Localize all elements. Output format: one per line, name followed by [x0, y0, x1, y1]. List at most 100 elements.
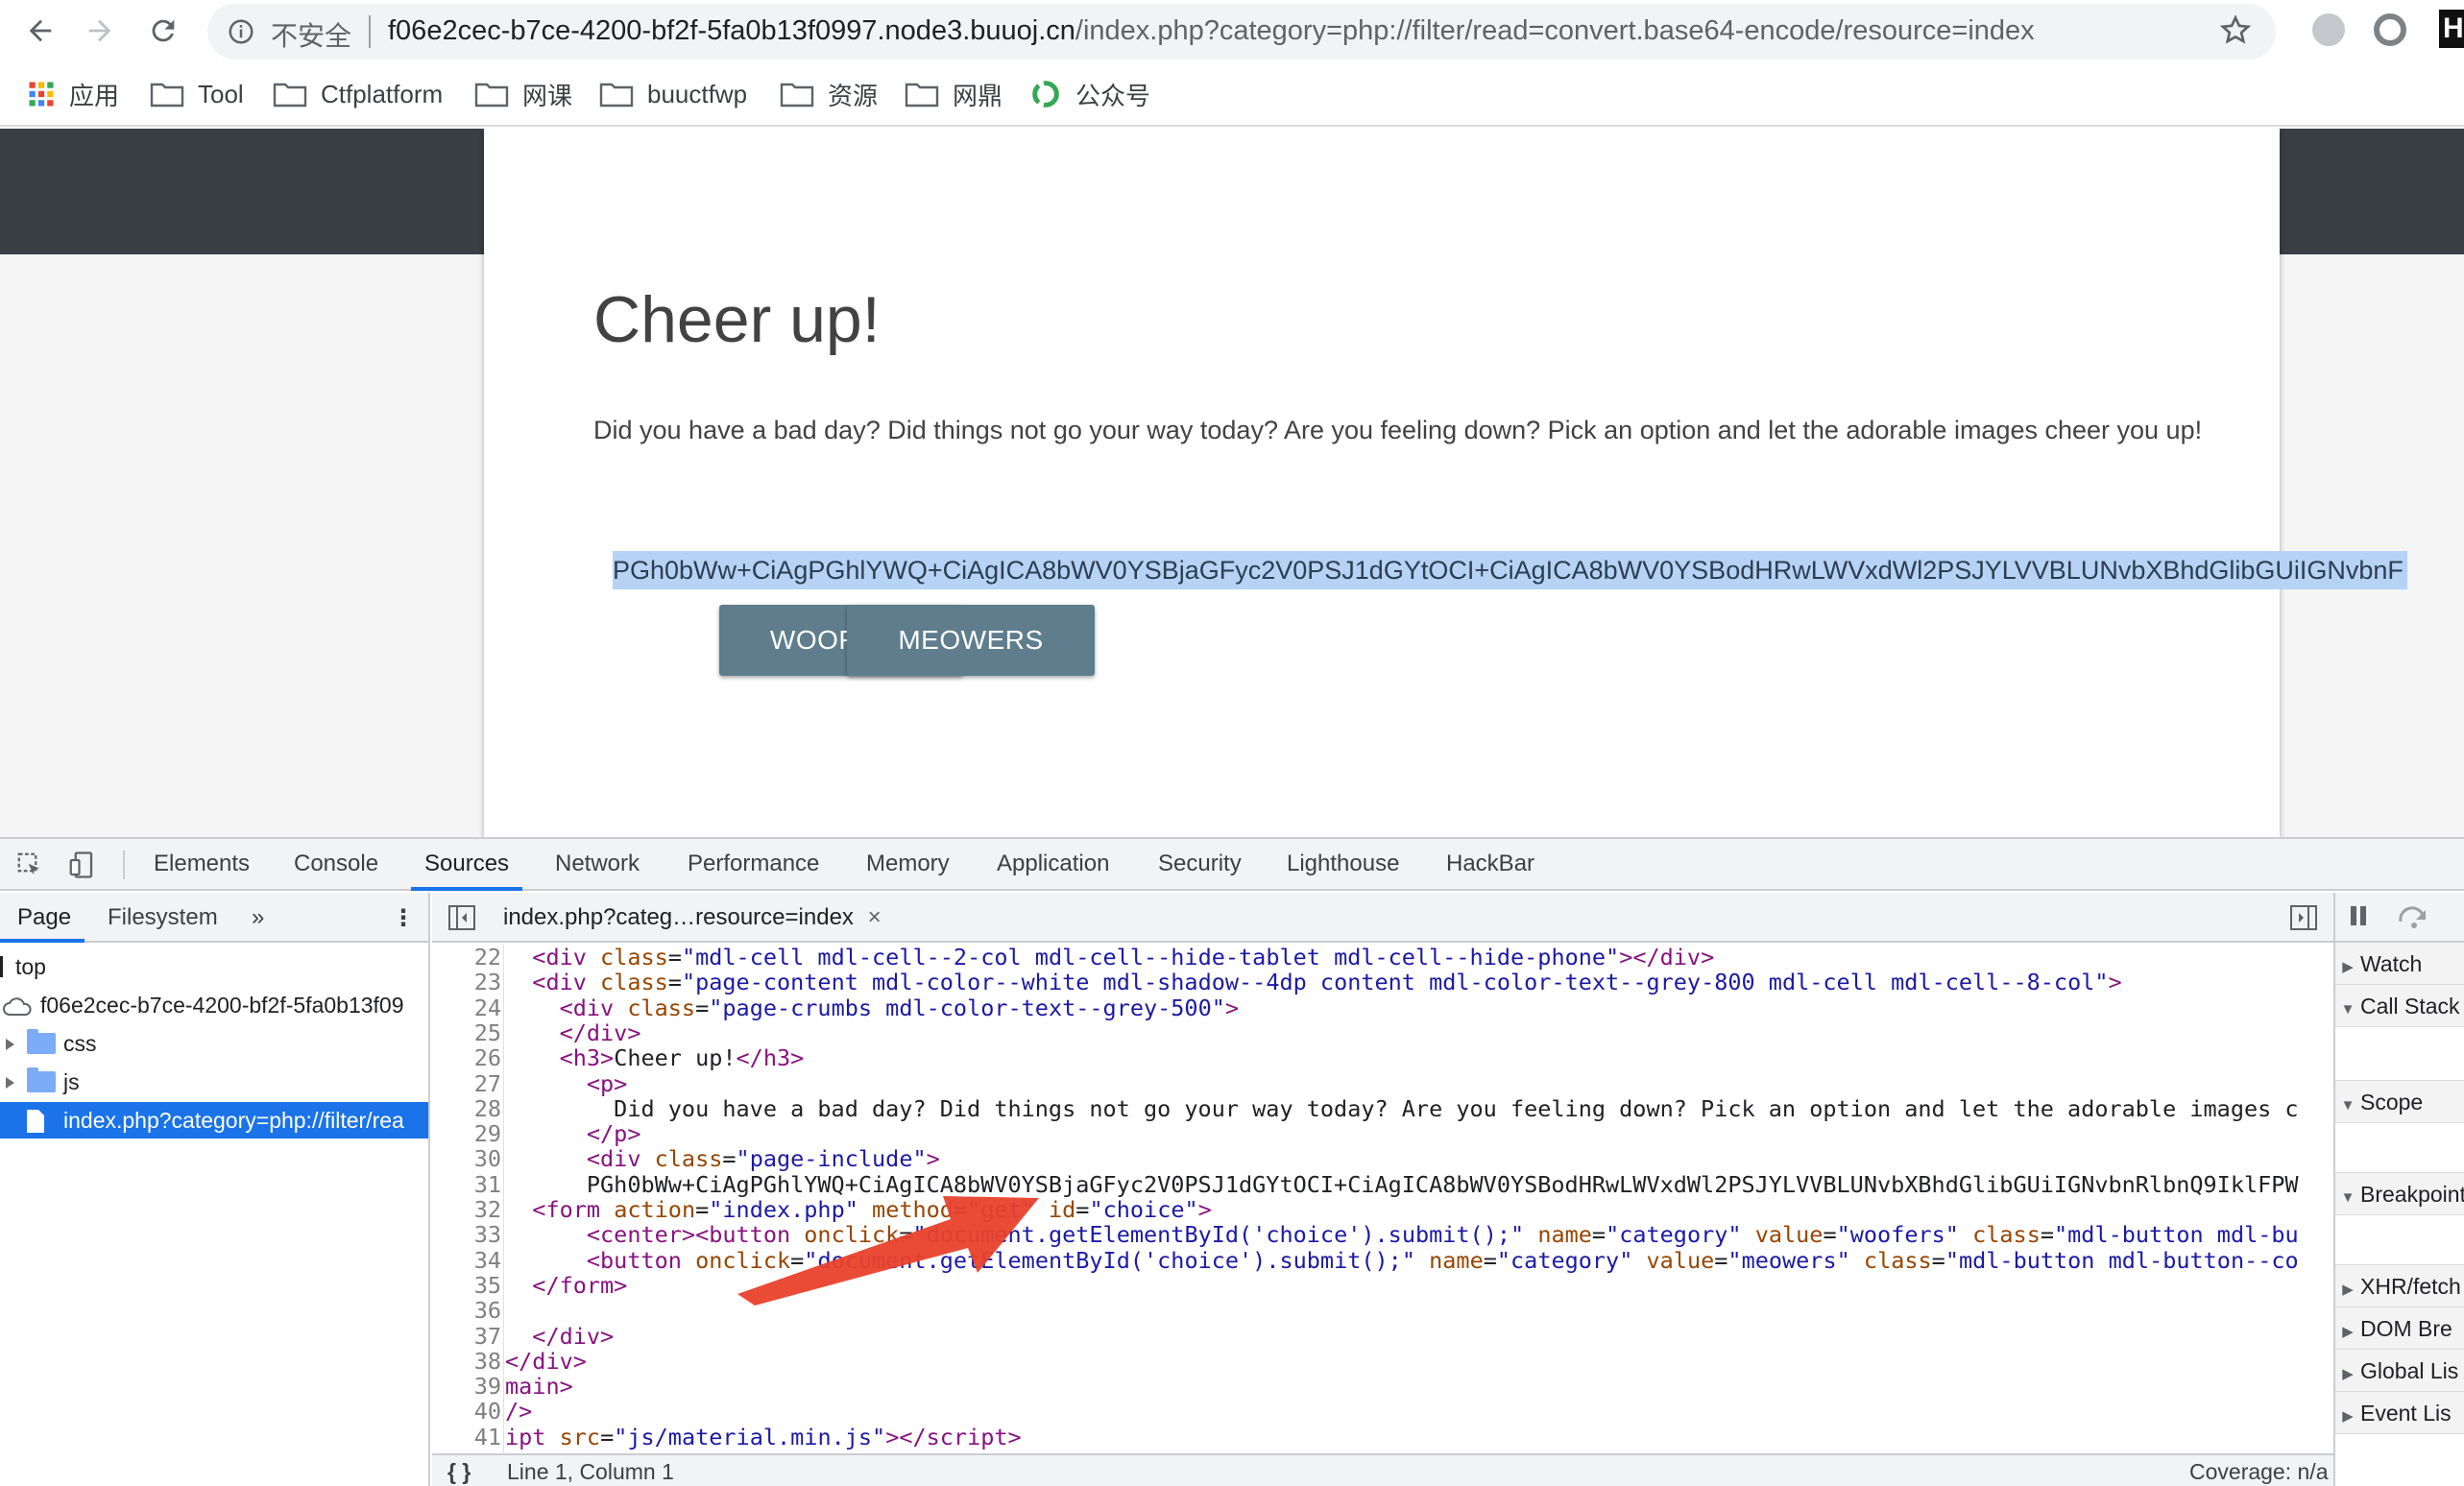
- bookmark-wangke[interactable]: 网课: [474, 75, 572, 113]
- tab-lighthouse[interactable]: Lighthouse: [1287, 851, 1399, 877]
- code-line[interactable]: 32 <form action="index.php" method="get"…: [432, 1197, 2333, 1222]
- extension-icon[interactable]: [2312, 13, 2345, 46]
- extension-ring-icon[interactable]: [2374, 13, 2406, 46]
- section-watch[interactable]: ▶ Watch: [2335, 943, 2464, 985]
- tab-memory[interactable]: Memory: [866, 851, 950, 877]
- section-xhr-breakpoints[interactable]: ▶ XHR/fetch: [2335, 1265, 2464, 1307]
- bookmark-buuctfwp[interactable]: buuctfwp: [599, 75, 747, 113]
- section-scope[interactable]: ▼ Scope: [2335, 1081, 2464, 1123]
- not-secure-label[interactable]: 不安全: [271, 15, 351, 54]
- code-line[interactable]: 24 <div class="page-crumbs mdl-color-tex…: [432, 995, 2333, 1020]
- section-global-listeners[interactable]: ▶ Global Lis: [2335, 1350, 2464, 1392]
- code-line[interactable]: 36: [432, 1298, 2333, 1323]
- tab-application[interactable]: Application: [997, 851, 1109, 877]
- line-number[interactable]: 40: [432, 1399, 501, 1424]
- line-number[interactable]: 27: [432, 1071, 501, 1096]
- url-text[interactable]: f06e2cec-b7ce-4200-bf2f-5fa0b13f0997.nod…: [388, 15, 2035, 47]
- line-number[interactable]: 29: [432, 1121, 501, 1146]
- code-line[interactable]: 29 </p>: [432, 1121, 2333, 1146]
- tab-security[interactable]: Security: [1158, 851, 1242, 877]
- code-line[interactable]: 38 </div>: [432, 1349, 2333, 1374]
- section-event-listeners[interactable]: ▶ Event Lis: [2335, 1392, 2464, 1434]
- code-line[interactable]: 30 <div class="page-include">: [432, 1146, 2333, 1171]
- line-number[interactable]: 35: [432, 1273, 501, 1298]
- code-line[interactable]: 39 main>: [432, 1374, 2333, 1399]
- line-number[interactable]: 31: [432, 1172, 501, 1197]
- line-number[interactable]: 24: [432, 995, 501, 1020]
- info-icon[interactable]: [227, 17, 255, 46]
- tab-performance[interactable]: Performance: [688, 851, 819, 877]
- line-number[interactable]: 25: [432, 1020, 501, 1045]
- back-arrow-icon[interactable]: [17, 8, 63, 54]
- forward-arrow-icon[interactable]: [77, 8, 123, 54]
- line-number[interactable]: 33: [432, 1222, 501, 1247]
- reload-icon[interactable]: [140, 8, 186, 54]
- code-line[interactable]: 37 </div>: [432, 1324, 2333, 1349]
- code-area[interactable]: 22 <div class="mdl-cell mdl-cell--2-col …: [432, 945, 2333, 1453]
- tree-item-top[interactable]: top: [0, 948, 428, 985]
- kebab-menu-icon[interactable]: ⋮: [392, 904, 415, 932]
- line-number[interactable]: 22: [432, 945, 501, 970]
- tree-item-index-file[interactable]: index.php?category=php://filter/rea: [0, 1102, 428, 1138]
- line-number[interactable]: 30: [432, 1146, 501, 1171]
- code-line[interactable]: 26 <h3>Cheer up!</h3>: [432, 1045, 2333, 1070]
- tree-item-js[interactable]: js: [0, 1064, 428, 1100]
- code-line[interactable]: 33 <center><button onclick="document.get…: [432, 1222, 2333, 1247]
- code-line[interactable]: 28 Did you have a bad day? Did things no…: [432, 1096, 2333, 1121]
- section-breakpoints[interactable]: ▼Breakpoints: [2335, 1173, 2464, 1215]
- section-dom-breakpoints[interactable]: ▶ DOM Bre: [2335, 1307, 2464, 1350]
- tab-network[interactable]: Network: [555, 851, 640, 877]
- line-number[interactable]: 32: [432, 1197, 501, 1222]
- line-number[interactable]: 38: [432, 1349, 501, 1374]
- toggle-navigator-icon[interactable]: [447, 904, 476, 931]
- tab-page[interactable]: Page: [17, 904, 71, 931]
- bookmark-gongzhonghao[interactable]: 公众号: [1029, 75, 1150, 113]
- line-number[interactable]: 39: [432, 1374, 501, 1399]
- code-line[interactable]: 22 <div class="mdl-cell mdl-cell--2-col …: [432, 945, 2333, 970]
- address-bar[interactable]: 不安全 f06e2cec-b7ce-4200-bf2f-5fa0b13f0997…: [207, 4, 2276, 60]
- code-line[interactable]: 23 <div class="page-content mdl-color--w…: [432, 970, 2333, 995]
- line-number[interactable]: 26: [432, 1045, 501, 1070]
- line-number[interactable]: 28: [432, 1096, 501, 1121]
- line-number[interactable]: 37: [432, 1324, 501, 1349]
- tab-sources[interactable]: Sources: [424, 851, 509, 877]
- bookmark-ziyuan[interactable]: 资源: [780, 75, 878, 113]
- more-tabs-icon[interactable]: »: [252, 904, 264, 931]
- close-tab-icon[interactable]: ×: [868, 904, 882, 930]
- line-number[interactable]: 36: [432, 1298, 501, 1323]
- section-call-stack[interactable]: ▼ Call Stack: [2335, 985, 2464, 1027]
- hackbar-extension-icon[interactable]: H: [2439, 10, 2464, 48]
- code-line[interactable]: 35 </form>: [432, 1273, 2333, 1298]
- tab-elements[interactable]: Elements: [154, 851, 250, 877]
- code-line[interactable]: 31 PGh0bWw+CiAgPGhlYWQ+CiAgICA8bWV0YSBja…: [432, 1172, 2333, 1197]
- device-toolbar-icon[interactable]: [67, 851, 96, 879]
- toggle-debugger-icon[interactable]: [2289, 904, 2318, 931]
- line-number[interactable]: 23: [432, 970, 501, 995]
- code-line[interactable]: 40/>: [432, 1399, 2333, 1424]
- tree-item-domain[interactable]: f06e2cec-b7ce-4200-bf2f-5fa0b13f09: [0, 987, 428, 1023]
- line-number[interactable]: 34: [432, 1248, 501, 1273]
- bookmark-apps[interactable]: 应用: [27, 75, 119, 113]
- bookmark-wangding[interactable]: 网鼎: [905, 75, 1003, 113]
- tree-item-css[interactable]: css: [0, 1025, 428, 1062]
- line-number[interactable]: 41: [432, 1425, 501, 1450]
- base64-output-text[interactable]: PGh0bWw+CiAgPGhlYWQ+CiAgICA8bWV0YSBjaGFy…: [613, 551, 2407, 589]
- code-line[interactable]: 27 <p>: [432, 1071, 2333, 1096]
- code-line[interactable]: 41 ipt src="js/material.min.js"></script>: [432, 1425, 2333, 1450]
- bookmark-star-icon[interactable]: [2218, 13, 2253, 48]
- bookmark-tool[interactable]: Tool: [150, 75, 244, 113]
- expand-triangle-icon[interactable]: [6, 1039, 14, 1050]
- code-line[interactable]: 34 <button onclick="document.getElementB…: [432, 1248, 2333, 1273]
- open-file-tab[interactable]: index.php?categ…resource=index ×: [503, 904, 882, 931]
- tab-console[interactable]: Console: [294, 851, 378, 877]
- pause-icon[interactable]: [2351, 906, 2356, 925]
- code-line[interactable]: 25 </div>: [432, 1020, 2333, 1045]
- step-over-icon[interactable]: [2397, 902, 2431, 931]
- tab-filesystem[interactable]: Filesystem: [108, 904, 218, 931]
- expand-triangle-icon[interactable]: [6, 1077, 14, 1089]
- pretty-print-icon[interactable]: { }: [447, 1455, 471, 1486]
- tab-hackbar[interactable]: HackBar: [1446, 851, 1534, 877]
- bookmark-ctfplatform[interactable]: Ctfplatform: [273, 75, 443, 113]
- meowers-button[interactable]: MEOWERS: [847, 605, 1095, 676]
- inspect-element-icon[interactable]: [15, 851, 44, 879]
